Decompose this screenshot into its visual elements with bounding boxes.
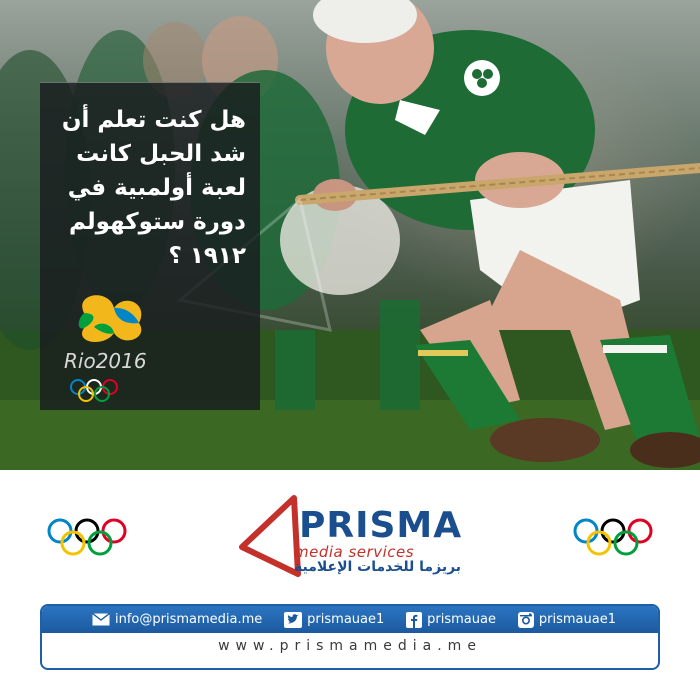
twitter-link[interactable]: prismauae1	[284, 611, 385, 628]
info-line: ١٩١٢ ؟	[168, 243, 246, 269]
contact-bar: info@prismamedia.me prismauae1 prismauae…	[40, 604, 660, 670]
olympic-rings-right-icon	[573, 518, 653, 556]
website-link[interactable]: www.prismamedia.me	[42, 638, 658, 654]
email-link[interactable]: info@prismamedia.me	[92, 612, 262, 627]
email-text: info@prismamedia.me	[115, 612, 263, 627]
prisma-arabic-name: بريزما للخدمات الإعلامية	[294, 559, 462, 575]
rio-logo-text: Rio2016	[64, 349, 147, 373]
facebook-link[interactable]: prismauae	[406, 611, 496, 628]
tug-of-war-photo: هل كنت تعلم أن شد الحبل كانت لعبة أولمبي…	[0, 0, 700, 470]
twitter-icon	[284, 611, 303, 628]
facebook-text: prismauae	[427, 612, 496, 627]
twitter-text: prismauae1	[307, 612, 385, 627]
info-line: دورة ستوكهولم	[68, 209, 246, 235]
envelope-icon	[92, 613, 110, 626]
facebook-icon	[406, 611, 423, 628]
rio-emblem-icon: Rio2016	[64, 295, 147, 402]
olympic-rings-icon	[70, 379, 118, 402]
instagram-icon	[517, 611, 534, 628]
info-line: لعبة أولمبية في	[67, 175, 246, 201]
instagram-text: prismauae1	[538, 612, 616, 627]
contact-links: info@prismamedia.me prismauae1 prismauae…	[42, 606, 658, 633]
info-line: شد الحبل كانت	[76, 141, 246, 167]
instagram-link[interactable]: prismauae1	[517, 611, 616, 628]
info-box: هل كنت تعلم أن شد الحبل كانت لعبة أولمبي…	[40, 82, 260, 410]
info-question: هل كنت تعلم أن شد الحبل كانت لعبة أولمبي…	[46, 103, 246, 273]
olympic-rings-left-icon	[47, 518, 127, 556]
rio2016-logo: Rio2016	[54, 283, 164, 403]
info-line: هل كنت تعلم أن	[61, 107, 246, 133]
prisma-wordmark: PRISMA	[299, 505, 463, 546]
